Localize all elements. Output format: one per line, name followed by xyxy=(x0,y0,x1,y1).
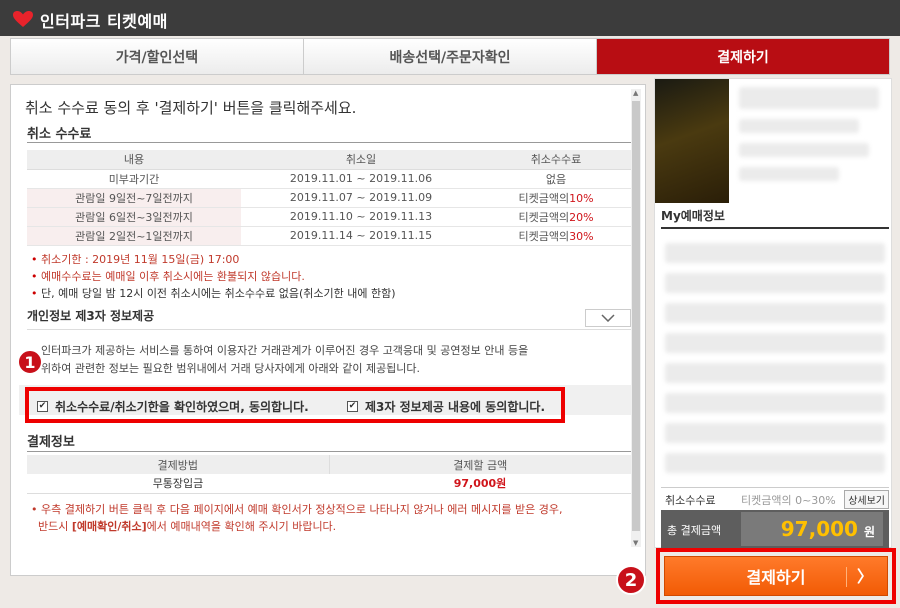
privacy-text: 인터파크가 제공하는 서비스를 통하여 이용자간 거래관계가 이루어진 경우 고… xyxy=(27,329,631,383)
performance-poster xyxy=(655,79,729,203)
blurred-row xyxy=(665,243,885,263)
total-amount: 97,000 원 xyxy=(741,512,883,546)
chevron-down-icon xyxy=(601,314,615,322)
cell-date: 2019.11.14 ~ 2019.11.15 xyxy=(241,226,481,246)
note-booking-fee: 예매수수료는 예매일 이후 취소시에는 환불되지 않습니다. xyxy=(31,268,396,285)
heart-logo-icon xyxy=(13,11,33,27)
payment-table: 결제방법 결제할 금액 무통장입금 97,000원 xyxy=(27,455,631,494)
divider xyxy=(661,227,889,229)
booking-check-link[interactable]: [예매확인/취소] xyxy=(72,520,147,533)
agree-privacy-label[interactable]: 제3자 정보제공 내용에 동의합니다. xyxy=(365,398,545,415)
table-row: 미부과기간 2019.11.01 ~ 2019.11.06 없음 xyxy=(27,169,631,189)
table-row: 관람일 9일전~7일전까지 2019.11.07 ~ 2019.11.09 티켓… xyxy=(27,188,631,208)
scroll-thumb[interactable] xyxy=(632,101,640,531)
privacy-line: 인터파크가 제공하는 서비스를 통하여 이용자간 거래관계가 이루어진 경우 고… xyxy=(41,344,529,357)
privacy-expand-button[interactable] xyxy=(585,309,631,327)
total-amount-row: 총 결제금액 97,000 원 xyxy=(661,510,889,548)
payment-amount: 97,000원 xyxy=(329,474,631,494)
pay-button-label: 결제하기 xyxy=(746,568,806,587)
cell-fee: 티켓금액의10% xyxy=(481,188,631,208)
agree-privacy-checkbox[interactable]: ✔ xyxy=(347,401,358,412)
table-header: 취소수수료 xyxy=(481,150,631,170)
agree-checkbox-group: ✔ 취소수수료/취소기한을 확인하였으며, 동의합니다. ✔ 제3자 정보제공 … xyxy=(25,387,565,423)
pay-button-highlight: 결제하기 〉 xyxy=(656,548,896,604)
blurred-detail xyxy=(739,143,869,157)
scrollbar[interactable]: ▲ ▼ xyxy=(631,89,641,547)
scroll-up-icon[interactable]: ▲ xyxy=(633,89,638,97)
payment-note: 반드시 [예매확인/취소]에서 예매내역을 확인해 주시기 바랍니다. xyxy=(38,520,337,533)
blurred-row xyxy=(665,363,885,383)
cancel-fee-value: 티켓금액의 0~30% xyxy=(741,494,836,507)
chevron-right-icon: 〉 xyxy=(845,567,873,587)
cell-content: 미부과기간 xyxy=(27,169,241,189)
payment-note: • 우측 결제하기 버튼 클릭 후 다음 페이지에서 예매 확인서가 정상적으로… xyxy=(31,503,563,516)
note-deadline: 취소기한 : 2019년 11월 15일(금) 17:00 xyxy=(31,251,396,268)
blurred-row xyxy=(665,453,885,473)
table-row: 무통장입금 97,000원 xyxy=(27,474,631,494)
payment-notes: • 우측 결제하기 버튼 클릭 후 다음 페이지에서 예매 확인서가 정상적으로… xyxy=(31,501,562,535)
divider xyxy=(27,142,631,143)
tab-price-discount[interactable]: 가격/할인선택 xyxy=(11,39,304,74)
cancel-fee-title: 취소 수수료 xyxy=(27,127,92,142)
note-same-day: 단, 예매 당일 밤 12시 이전 취소시에는 취소수수료 없음(취소기한 내에… xyxy=(31,285,396,302)
blurred-row xyxy=(665,423,885,443)
cancel-notes: 취소기한 : 2019년 11월 15일(금) 17:00 예매수수료는 예매일… xyxy=(31,251,396,302)
tab-delivery-confirm[interactable]: 배송선택/주문자확인 xyxy=(304,39,597,74)
app-title: 인터파크 티켓예매 xyxy=(40,12,168,31)
agree-fee-checkbox[interactable]: ✔ xyxy=(37,401,48,412)
privacy-line: 위하여 관련한 정보는 필요한 범위내에서 거래 당사자에게 아래와 같이 제공… xyxy=(41,362,421,375)
cell-fee: 티켓금액의30% xyxy=(481,226,631,246)
cancel-fee-summary: 취소수수료 티켓금액의 0~30% 상세보기 xyxy=(661,487,889,509)
pay-button[interactable]: 결제하기 〉 xyxy=(664,556,888,596)
agree-fee-label[interactable]: 취소수수료/취소기한을 확인하였으며, 동의합니다. xyxy=(55,398,309,415)
cell-fee: 티켓금액의20% xyxy=(481,207,631,227)
table-header: 결제방법 xyxy=(27,455,330,474)
table-header: 취소일 xyxy=(241,150,481,170)
blurred-row xyxy=(665,273,885,293)
cancel-fee-label: 취소수수료 xyxy=(665,494,716,507)
step-tabs: 가격/할인선택 배송선택/주문자확인 결제하기 xyxy=(10,38,890,75)
cancel-fee-table: 내용 취소일 취소수수료 미부과기간 2019.11.01 ~ 2019.11.… xyxy=(27,150,631,246)
blurred-row xyxy=(665,303,885,323)
blurred-row xyxy=(665,393,885,413)
table-row: 관람일 6일전~3일전까지 2019.11.10 ~ 2019.11.13 티켓… xyxy=(27,207,631,227)
blurred-detail xyxy=(739,119,859,133)
payment-method: 무통장입금 xyxy=(27,474,329,494)
scroll-down-icon[interactable]: ▼ xyxy=(633,539,638,547)
cell-content: 관람일 9일전~7일전까지 xyxy=(27,188,241,208)
privacy-title: 개인정보 제3자 정보제공 xyxy=(27,309,155,323)
my-booking-info-title: My예매정보 xyxy=(661,209,725,223)
cell-content: 관람일 6일전~3일전까지 xyxy=(27,207,241,227)
left-content-panel: ▲ ▼ 취소 수수료 동의 후 '결제하기' 버튼을 클릭해주세요. 취소 수수… xyxy=(10,84,646,576)
payment-info-title: 결제정보 xyxy=(27,435,75,450)
detail-view-button[interactable]: 상세보기 xyxy=(844,490,889,509)
step-badge-2: 2 xyxy=(616,565,646,595)
cell-date: 2019.11.10 ~ 2019.11.13 xyxy=(241,207,481,227)
title-bar: 인터파크 티켓예매 xyxy=(0,0,900,36)
intro-text: 취소 수수료 동의 후 '결제하기' 버튼을 클릭해주세요. xyxy=(25,99,357,117)
cell-content: 관람일 2일전~1일전까지 xyxy=(27,226,241,246)
cell-date: 2019.11.07 ~ 2019.11.09 xyxy=(241,188,481,208)
table-header: 결제할 금액 xyxy=(329,455,631,474)
blurred-row xyxy=(665,333,885,353)
blurred-title xyxy=(739,87,879,109)
cell-fee: 없음 xyxy=(481,169,631,189)
cell-date: 2019.11.01 ~ 2019.11.06 xyxy=(241,169,481,189)
table-row: 관람일 2일전~1일전까지 2019.11.14 ~ 2019.11.15 티켓… xyxy=(27,226,631,246)
blurred-detail xyxy=(739,167,839,181)
right-summary-panel: My예매정보 취소수수료 티켓금액의 0~30% 상세보기 총 결제금액 97,… xyxy=(654,78,892,548)
tab-payment[interactable]: 결제하기 xyxy=(597,39,889,74)
divider xyxy=(27,451,631,452)
total-label: 총 결제금액 xyxy=(667,524,722,537)
table-header: 내용 xyxy=(27,150,241,170)
step-badge-1: 1 xyxy=(17,349,43,375)
